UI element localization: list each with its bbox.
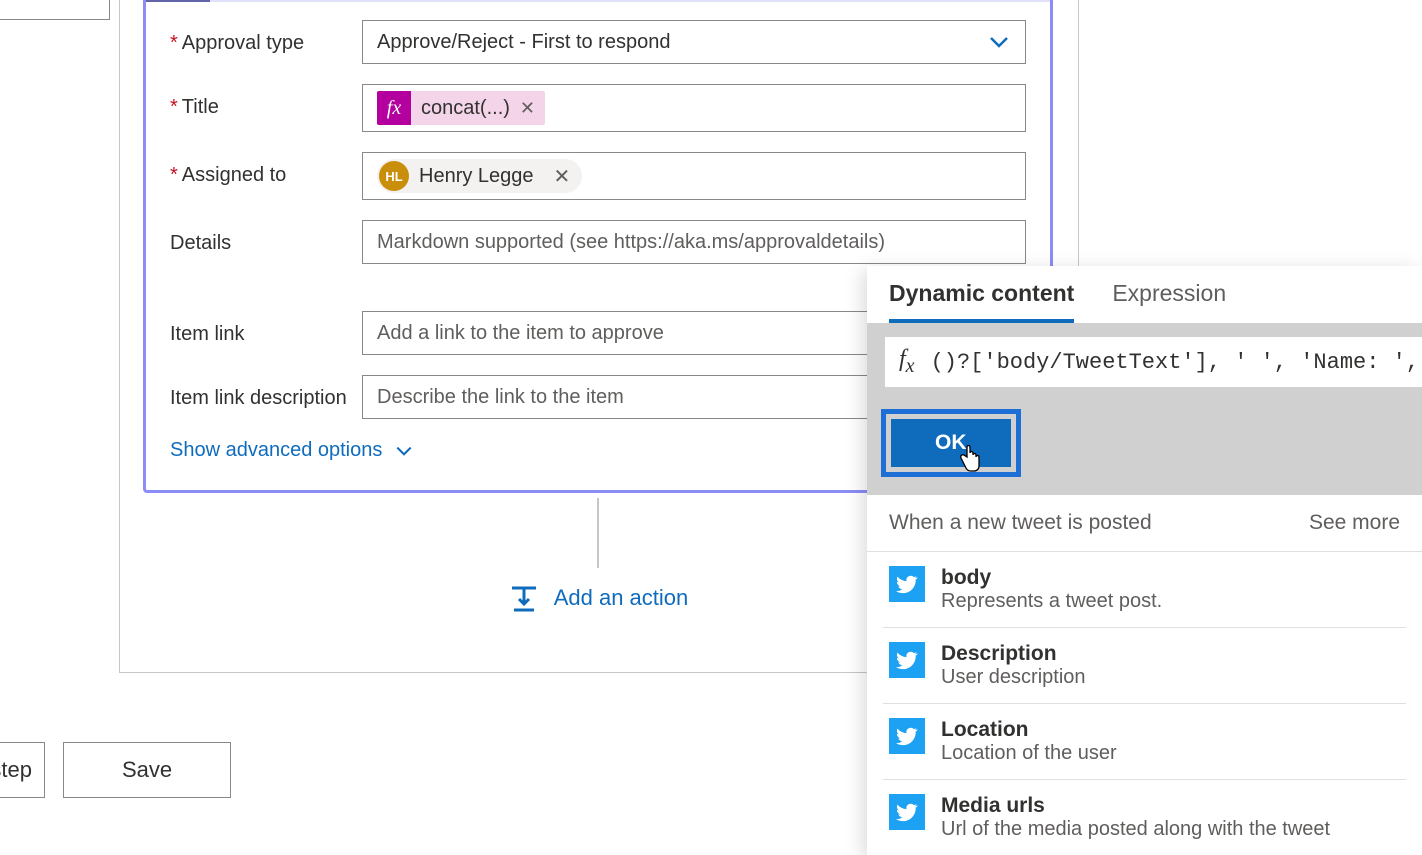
person-chip[interactable]: HL Henry Legge ✕ [377, 159, 582, 193]
trigger-header: When a new tweet is posted See more [867, 495, 1422, 552]
row-details: Details Markdown supported (see https://… [170, 220, 1026, 264]
dyn-item-desc: Url of the media posted along with the t… [941, 818, 1330, 841]
label-approval-type: Approval type [170, 20, 362, 55]
left-panel-box [0, 0, 110, 20]
dyn-item-desc: User description [941, 666, 1086, 689]
twitter-icon [889, 642, 925, 678]
dyn-item-title: Description [941, 642, 1086, 666]
dyn-item-title: body [941, 566, 1162, 590]
expression-input[interactable]: fx ()?['body/TweetText'], ' ', 'Name: ',… [885, 337, 1422, 387]
avatar: HL [379, 161, 409, 191]
connector-line [597, 498, 599, 568]
dyn-item-desc: Represents a tweet post. [941, 590, 1162, 613]
dyn-item-location[interactable]: Location Location of the user [883, 704, 1406, 780]
details-input[interactable]: Markdown supported (see https://aka.ms/a… [362, 220, 1026, 264]
bottom-toolbar: v step Save [0, 742, 231, 798]
row-assigned: Assigned to HL Henry Legge ✕ [170, 152, 1026, 200]
person-remove-icon[interactable]: ✕ [554, 164, 571, 189]
dyn-item-description[interactable]: Description User description [883, 628, 1406, 704]
dynamic-items-list: body Represents a tweet post. Descriptio… [867, 552, 1422, 855]
row-title: Title fx concat(...) ✕ [170, 84, 1026, 132]
label-details: Details [170, 220, 362, 255]
twitter-icon [889, 718, 925, 754]
label-item-link-desc: Item link description [170, 375, 362, 410]
row-approval-type: Approval type Approve/Reject - First to … [170, 20, 1026, 64]
twitter-icon [889, 566, 925, 602]
token-label: concat(...) [411, 97, 520, 120]
title-input[interactable]: fx concat(...) ✕ [362, 84, 1026, 132]
expression-bar: fx ()?['body/TweetText'], ' ', 'Name: ',… [867, 323, 1422, 401]
label-assigned: Assigned to [170, 152, 362, 187]
approval-type-value: Approve/Reject - First to respond [377, 31, 670, 54]
ok-button[interactable]: OK [891, 419, 1011, 467]
dyn-item-title: Location [941, 718, 1117, 742]
expression-token[interactable]: fx concat(...) ✕ [377, 91, 545, 125]
approval-icon [146, 0, 210, 2]
fx-icon: fx [377, 91, 411, 125]
chevron-down-icon [394, 441, 414, 461]
dyn-item-media-urls[interactable]: Media urls Url of the media posted along… [883, 780, 1406, 855]
ok-row: OK [867, 401, 1422, 495]
add-action-button[interactable]: Add an action [508, 582, 689, 614]
insert-action-icon [508, 582, 540, 614]
chevron-down-icon [987, 30, 1011, 54]
tab-dynamic-content[interactable]: Dynamic content [889, 280, 1074, 323]
dyn-item-desc: Location of the user [941, 742, 1117, 765]
save-button[interactable]: Save [63, 742, 231, 798]
label-item-link: Item link [170, 311, 362, 346]
fx-icon: fx [899, 346, 915, 378]
assigned-input[interactable]: HL Henry Legge ✕ [362, 152, 1026, 200]
ok-highlight: OK [881, 409, 1021, 477]
advanced-label: Show advanced options [170, 439, 382, 462]
token-remove-icon[interactable]: ✕ [520, 98, 535, 119]
approval-type-select[interactable]: Approve/Reject - First to respond [362, 20, 1026, 64]
tab-expression[interactable]: Expression [1112, 280, 1226, 323]
add-action-label: Add an action [554, 585, 689, 611]
see-more-link[interactable]: See more [1309, 511, 1400, 535]
twitter-icon [889, 794, 925, 830]
label-title: Title [170, 84, 362, 119]
dynamic-content-panel: Dynamic content Expression fx ()?['body/… [867, 266, 1422, 855]
person-name: Henry Legge [419, 165, 534, 188]
new-step-button[interactable]: v step [0, 742, 45, 798]
trigger-title: When a new tweet is posted [889, 511, 1152, 535]
dyn-tabs: Dynamic content Expression [867, 266, 1422, 323]
dyn-item-title: Media urls [941, 794, 1330, 818]
dyn-item-body[interactable]: body Represents a tweet post. [883, 552, 1406, 628]
expression-text: ()?['body/TweetText'], ' ', 'Name: ', t [931, 350, 1422, 375]
